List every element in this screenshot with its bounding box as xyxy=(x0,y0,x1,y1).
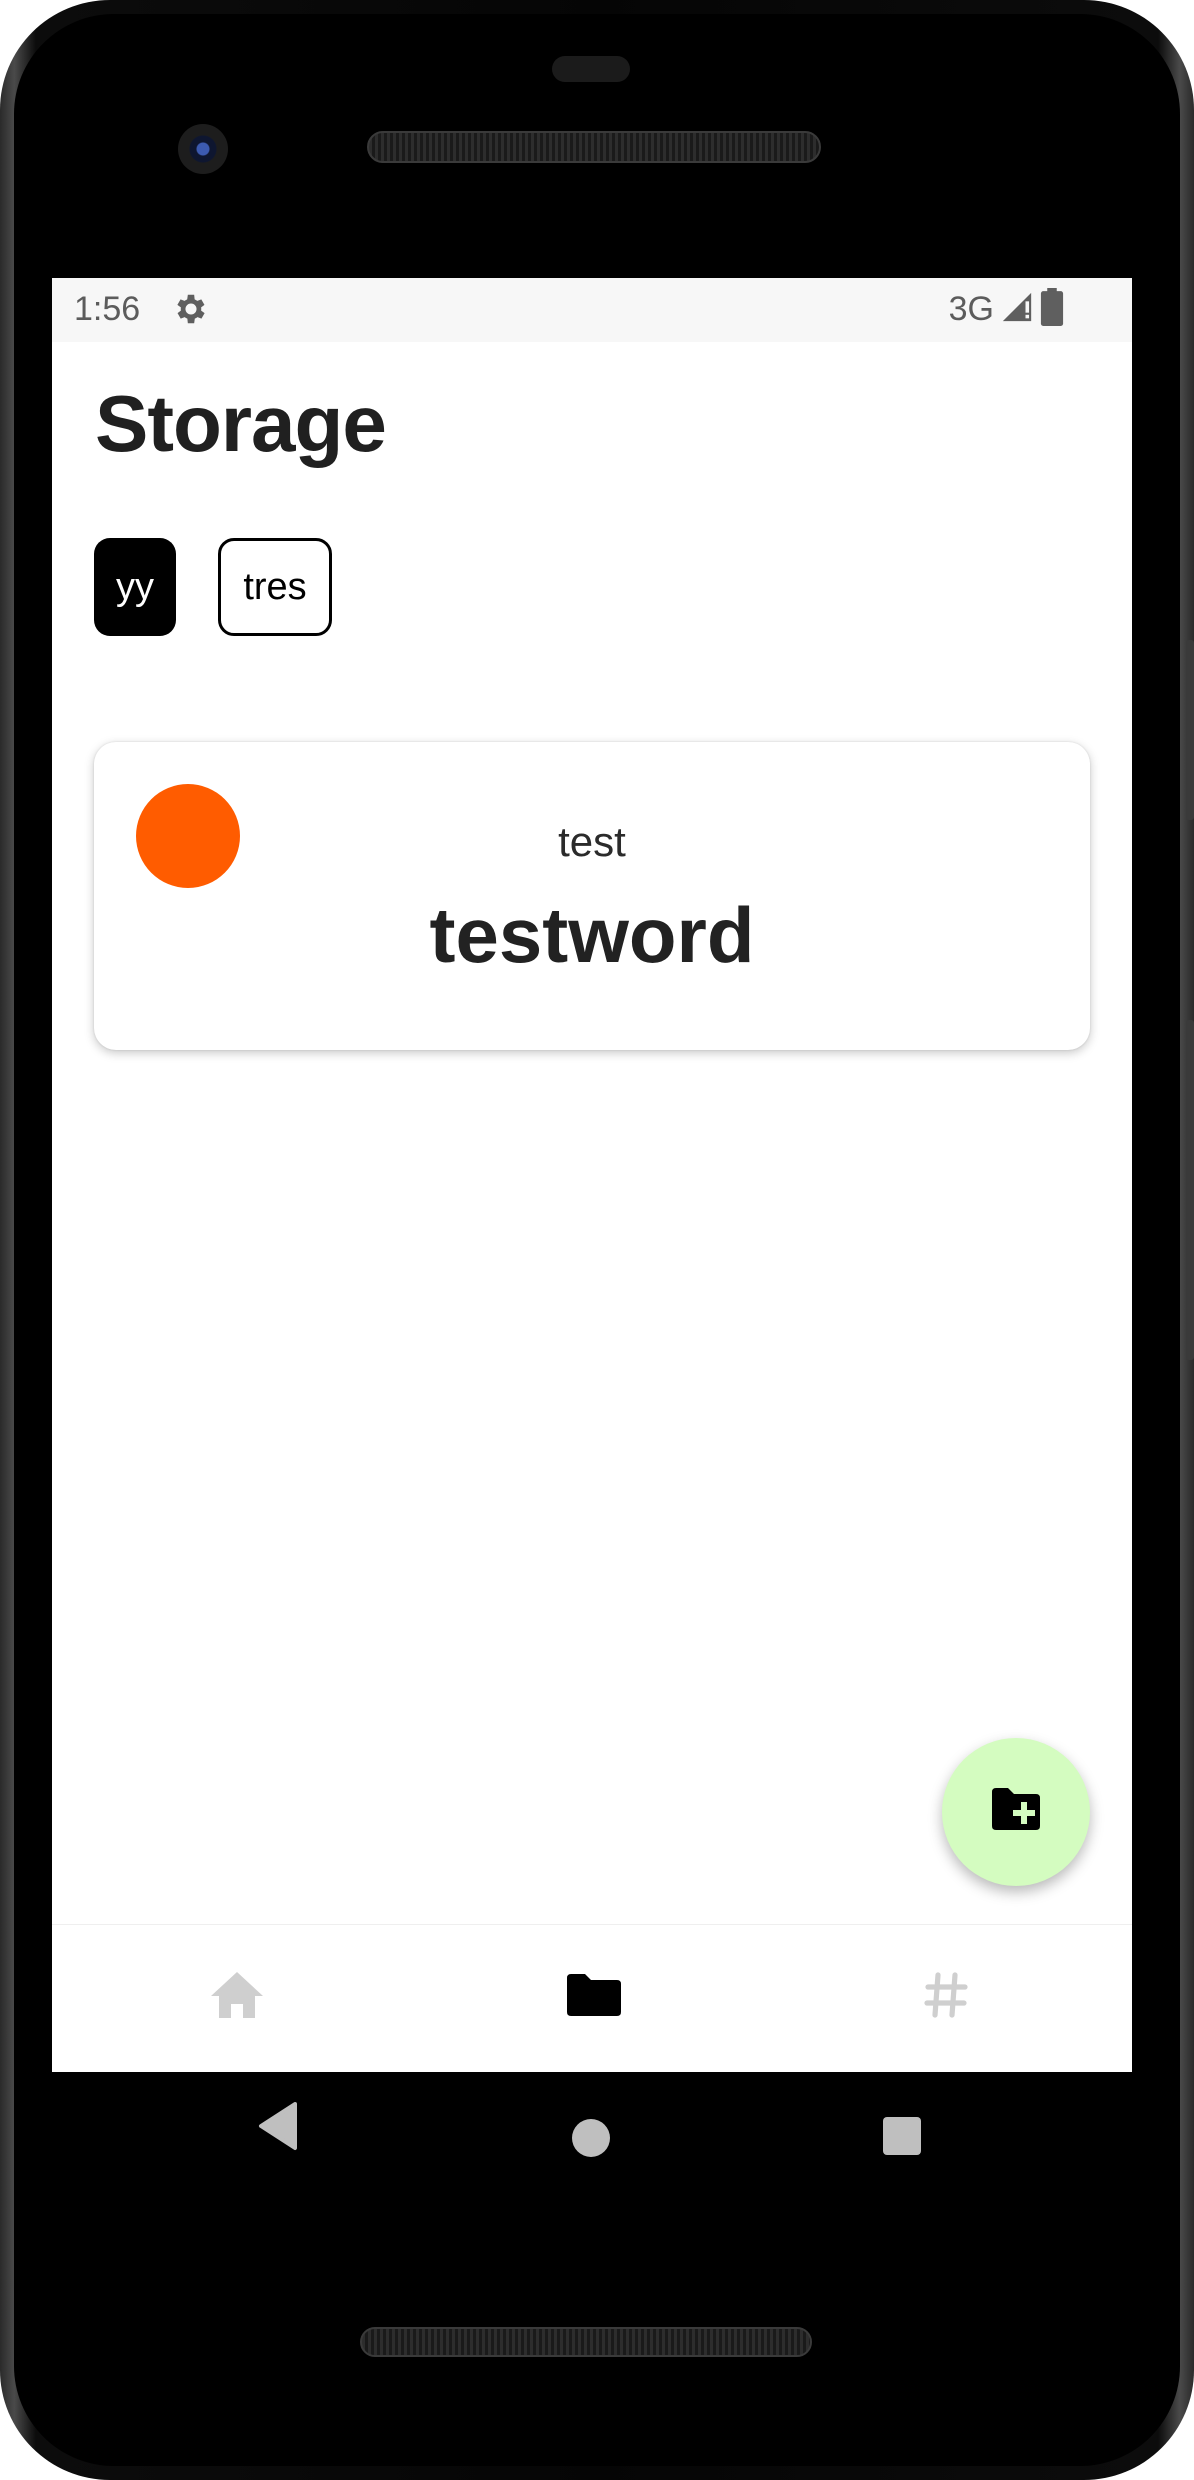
nav-tags[interactable] xyxy=(916,1967,976,2027)
card-word: testword xyxy=(429,891,755,979)
home-icon xyxy=(209,1970,265,2025)
nav-storage[interactable] xyxy=(562,1967,626,2027)
battery-icon xyxy=(1040,288,1064,331)
bottom-speaker-grille xyxy=(360,2327,812,2357)
card-subtitle: test xyxy=(558,818,626,865)
app-screen: 1:56 3G Storage yy tres test testword xyxy=(52,278,1132,2072)
create-folder-button[interactable] xyxy=(942,1738,1090,1886)
status-bar: 1:56 3G xyxy=(52,278,1132,342)
top-speaker-grille xyxy=(367,131,821,163)
earpiece xyxy=(552,56,630,82)
filter-chip-yy[interactable]: yy xyxy=(94,538,176,636)
settings-icon xyxy=(172,290,210,328)
filter-chip-label: yy xyxy=(116,565,154,608)
status-icons: 3G xyxy=(949,288,1064,331)
storage-card[interactable]: test testword xyxy=(94,742,1090,1050)
power-button xyxy=(1186,640,1194,820)
filter-chip-tres[interactable]: tres xyxy=(218,538,332,636)
filter-chip-label: tres xyxy=(243,565,307,608)
recents-icon[interactable] xyxy=(882,2116,922,2188)
bottom-navigation xyxy=(52,1924,1132,2072)
phone-frame: 1:56 3G Storage yy tres test testword xyxy=(0,0,1194,2480)
folder-icon xyxy=(565,1972,623,2023)
create-folder-icon xyxy=(988,1786,1044,1839)
home-circle-icon[interactable] xyxy=(571,2118,611,2190)
status-time: 1:56 xyxy=(74,290,141,328)
back-icon[interactable] xyxy=(255,2100,301,2172)
signal-icon xyxy=(1000,290,1034,329)
hashtag-icon xyxy=(922,1971,970,2024)
network-type: 3G xyxy=(948,290,994,328)
volume-button xyxy=(1186,1020,1194,1360)
page-title: Storage xyxy=(95,379,387,468)
front-camera xyxy=(178,124,228,174)
nav-home[interactable] xyxy=(207,1967,267,2027)
